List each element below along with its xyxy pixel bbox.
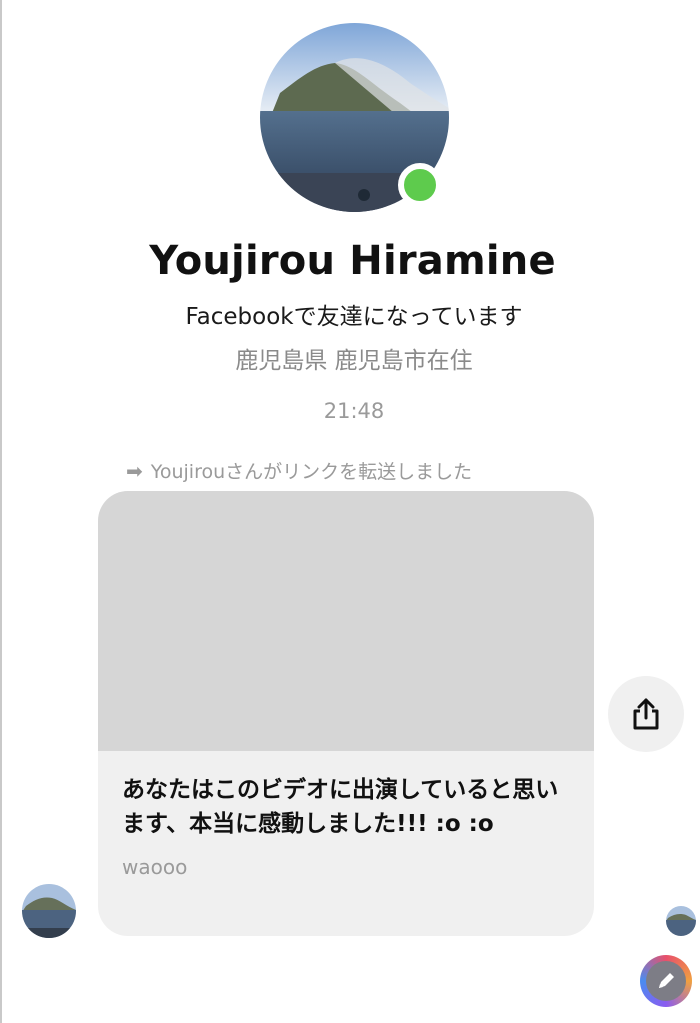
- pencil-icon: [659, 973, 674, 988]
- forward-notice: ➡ Youjirouさんがリンクを転送しました: [126, 457, 472, 484]
- compose-button[interactable]: [640, 955, 692, 1007]
- share-button[interactable]: [608, 676, 684, 752]
- online-status-indicator: [398, 163, 442, 207]
- compose-button-inner: [646, 961, 686, 1001]
- friend-status-text: Facebookで友達になっています: [185, 304, 523, 330]
- messenger-thread: Youjirou Hiramine Facebookで友達になっています 鹿児島…: [0, 0, 700, 1023]
- link-preview-body: あなたはこのビデオに出演していると思います、本当に感動しました!!! :o :o…: [98, 751, 594, 879]
- arrow-right-icon: ➡: [126, 458, 143, 483]
- link-title: あなたはこのビデオに出演していると思います、本当に感動しました!!! :o :o: [122, 777, 559, 837]
- link-preview-image[interactable]: [98, 491, 594, 751]
- message-timestamp: 21:48: [323, 399, 385, 423]
- left-divider: [0, 0, 2, 1023]
- sender-avatar[interactable]: [22, 884, 76, 938]
- location-text: 鹿児島県 鹿児島市在住: [235, 348, 473, 374]
- link-domain: waooo: [122, 855, 188, 879]
- share-icon: [633, 698, 659, 730]
- profile-name: Youjirou Hiramine: [149, 238, 556, 284]
- forward-notice-text: Youjirouさんがリンクを転送しました: [150, 461, 473, 483]
- read-receipt-avatar: [666, 906, 696, 936]
- shared-link-card[interactable]: あなたはこのビデオに出演していると思います、本当に感動しました!!! :o :o…: [98, 491, 594, 936]
